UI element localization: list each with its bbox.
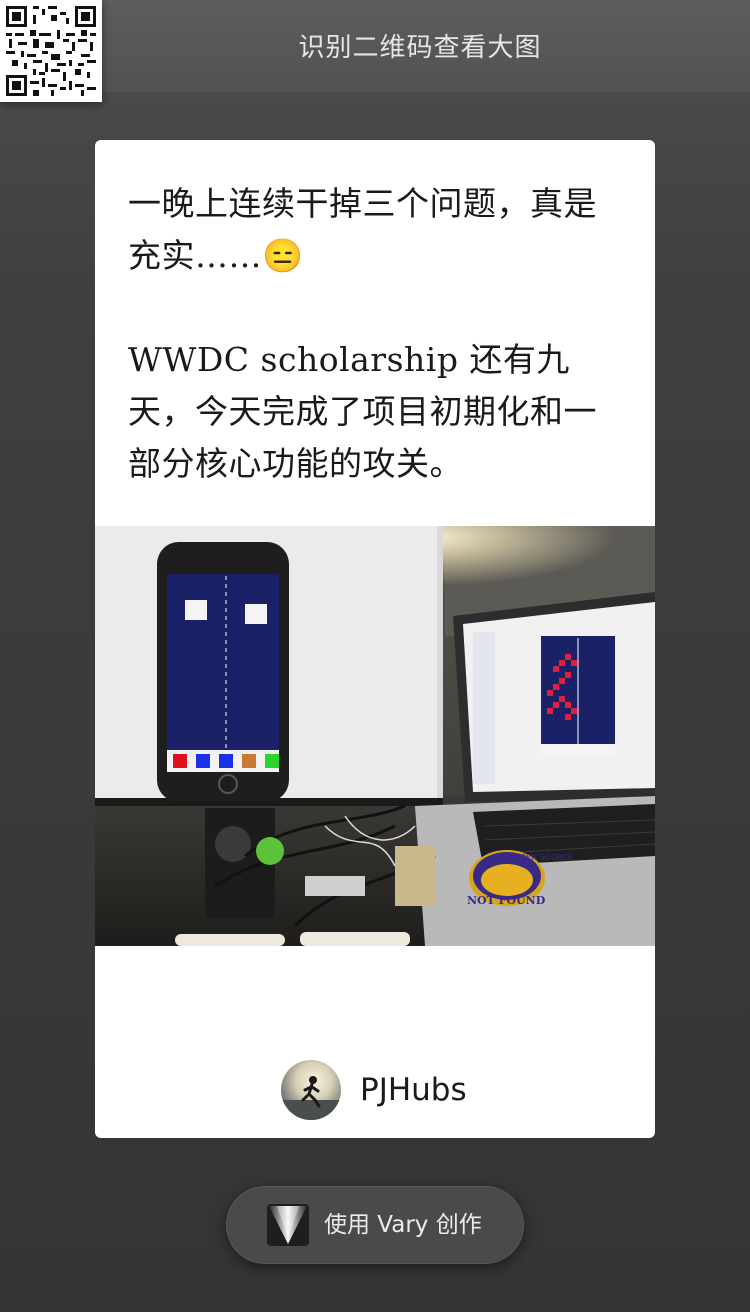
sticker-top-text: OPEN SOURCE <box>515 853 573 862</box>
author-row[interactable]: PJHubs <box>95 1060 655 1120</box>
avatar[interactable] <box>281 1060 341 1120</box>
create-with-vary-button[interactable]: 使用 Vary 创作 <box>226 1186 524 1264</box>
vary-logo-icon <box>267 1204 309 1246</box>
qr-code-icon[interactable] <box>0 0 102 102</box>
create-button-label: 使用 Vary 创作 <box>324 1212 482 1238</box>
top-bar-title: 识别二维码查看大图 <box>298 33 542 63</box>
post-text: 一晚上连续干掉三个问题，真是充实……😑 WWDC scholarship 还有九… <box>128 178 618 490</box>
top-bar: 识别二维码查看大图 <box>0 0 750 92</box>
post-photo[interactable]: NOT FOUND OPEN SOURCE <box>95 526 655 946</box>
sticker-text: NOT FOUND <box>467 894 546 907</box>
author-name[interactable]: PJHubs <box>360 1070 467 1110</box>
post-paragraph-2: WWDC scholarship 还有九天，今天完成了项目初期化和一部分核心功能… <box>128 340 597 483</box>
qr-code-graphic <box>6 6 96 96</box>
post-card: 一晚上连续干掉三个问题，真是充实……😑 WWDC scholarship 还有九… <box>95 140 655 1138</box>
photo-illustration: NOT FOUND OPEN SOURCE <box>95 526 655 946</box>
post-paragraph-1: 一晚上连续干掉三个问题，真是充实……😑 <box>128 184 597 275</box>
runner-silhouette-icon <box>281 1076 341 1120</box>
